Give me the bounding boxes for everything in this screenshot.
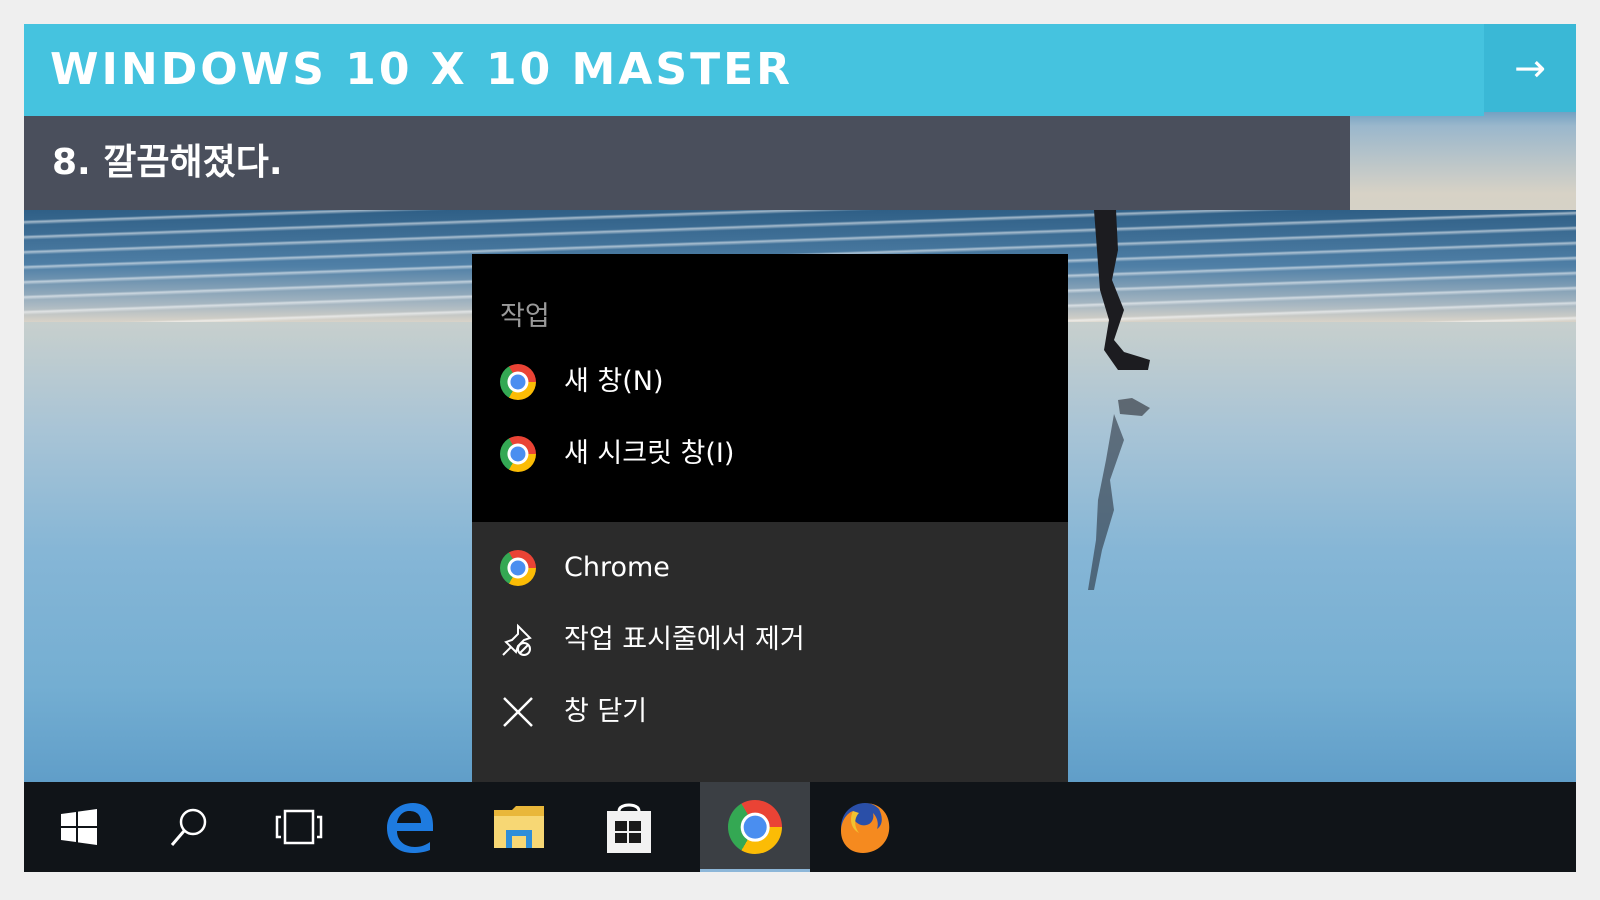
- tasks-section-title: 작업: [500, 301, 550, 332]
- firefox-icon: [841, 803, 890, 853]
- taskbar: [24, 782, 1576, 872]
- runner-silhouette: [1088, 210, 1150, 590]
- tasks-section: 작업 새 창(N) 새 시크릿 창(I): [472, 254, 1068, 522]
- close-window-item[interactable]: 창 닫기: [472, 676, 1068, 748]
- app-section: Chrome 작업 표시줄에서 제거 창 닫기: [472, 522, 1068, 782]
- search-icon: [170, 808, 207, 846]
- slide-subtitle: 8. 깔끔해졌다.: [24, 116, 1350, 210]
- file-explorer-icon: [494, 806, 544, 848]
- new-window-label: 새 창(N): [564, 366, 664, 397]
- next-arrow-button[interactable]: →: [1484, 24, 1576, 112]
- unpin-icon: [502, 623, 532, 656]
- chrome-icon: [500, 364, 536, 400]
- open-chrome-label: Chrome: [564, 552, 670, 583]
- search-button[interactable]: [134, 782, 244, 872]
- new-incognito-window-label: 새 시크릿 창(I): [564, 438, 735, 469]
- task-view-icon: [275, 809, 323, 845]
- page-title: WINDOWS 10 X 10 MASTER: [24, 24, 1484, 116]
- edge-icon: [387, 803, 433, 853]
- close-window-label: 창 닫기: [564, 696, 648, 727]
- chrome-taskbar-button[interactable]: [700, 782, 810, 872]
- store-button[interactable]: [574, 782, 684, 872]
- firefox-button[interactable]: [810, 782, 920, 872]
- open-chrome-item[interactable]: Chrome: [472, 532, 1068, 604]
- chrome-icon: [500, 436, 536, 472]
- start-button[interactable]: [24, 782, 134, 872]
- close-icon: [503, 697, 533, 727]
- chrome-icon: [500, 550, 536, 586]
- store-icon: [607, 803, 651, 853]
- edge-button[interactable]: [354, 782, 464, 872]
- new-incognito-window-item[interactable]: 새 시크릿 창(I): [472, 418, 1068, 490]
- unpin-from-taskbar-item[interactable]: 작업 표시줄에서 제거: [472, 604, 1068, 676]
- start-icon: [61, 809, 97, 845]
- file-explorer-button[interactable]: [464, 782, 574, 872]
- chrome-jump-list: 작업 새 창(N) 새 시크릿 창(I) Chrome 작업 표시줄에서 제거: [472, 254, 1068, 782]
- unpin-from-taskbar-label: 작업 표시줄에서 제거: [564, 624, 805, 655]
- chrome-icon: [728, 800, 782, 854]
- new-window-item[interactable]: 새 창(N): [472, 346, 1068, 418]
- task-view-button[interactable]: [244, 782, 354, 872]
